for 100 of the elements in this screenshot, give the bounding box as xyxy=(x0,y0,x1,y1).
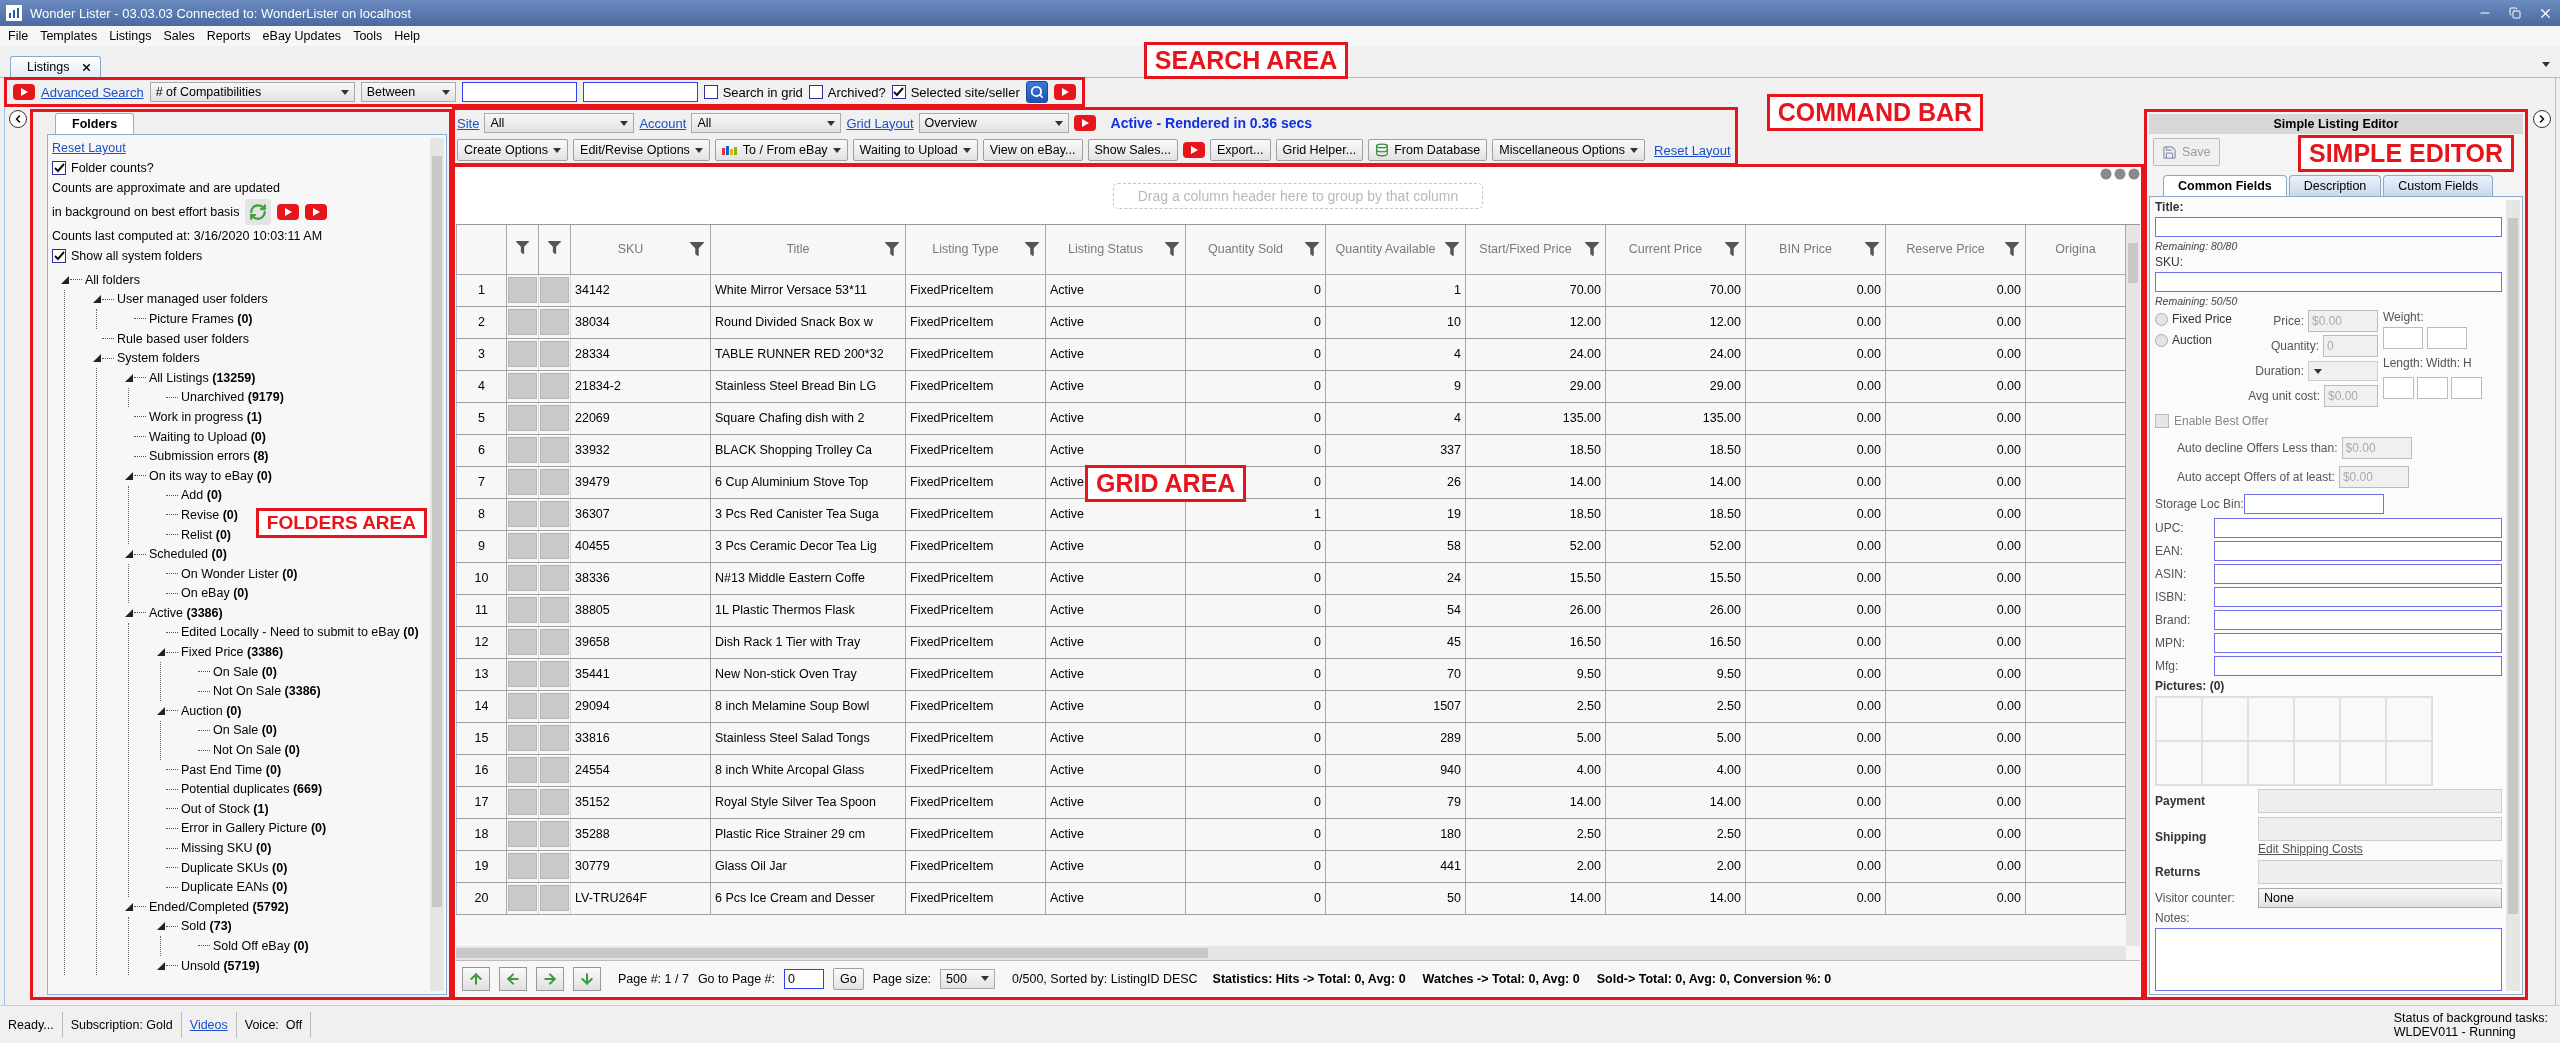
video-icon[interactable] xyxy=(1182,142,1205,158)
input-field[interactable] xyxy=(2383,377,2414,399)
input-field[interactable] xyxy=(2214,564,2502,584)
expanded-icon[interactable] xyxy=(124,471,133,481)
folder-item[interactable]: Duplicate EANs (0) xyxy=(181,880,288,895)
folder-item[interactable]: Error in Gallery Picture (0) xyxy=(181,821,327,836)
menu-button[interactable]: Waiting to Upload xyxy=(852,139,978,161)
filter-link[interactable]: Site xyxy=(457,115,480,131)
filter-icon[interactable] xyxy=(885,242,899,257)
filter-icon[interactable] xyxy=(548,241,561,255)
menu-item[interactable]: Help xyxy=(388,29,427,43)
video-icon[interactable] xyxy=(1073,115,1096,131)
video-icon[interactable] xyxy=(277,204,300,220)
checkbox[interactable] xyxy=(52,161,66,175)
folder-item[interactable]: All folders xyxy=(85,272,140,287)
expanded-icon[interactable] xyxy=(124,608,133,618)
folder-item[interactable]: Submission errors (8) xyxy=(149,449,269,464)
input-field[interactable] xyxy=(2155,272,2502,292)
video-icon[interactable] xyxy=(13,84,35,100)
input-field[interactable] xyxy=(2243,494,2384,514)
restore-button[interactable] xyxy=(2506,4,2524,22)
menu-item[interactable]: Templates xyxy=(34,29,104,43)
folder-item[interactable]: Unsold (5719) xyxy=(181,958,260,973)
scrollbar[interactable] xyxy=(2126,225,2140,946)
folder-item[interactable]: Add (0) xyxy=(181,488,222,503)
folder-item[interactable]: On Sale (0) xyxy=(213,664,277,679)
folder-item[interactable]: Out of Stock (1) xyxy=(181,801,269,816)
menu-item[interactable]: Reports xyxy=(200,29,257,43)
input-field[interactable] xyxy=(2417,377,2448,399)
toolbar-button[interactable]: Grid Helper... xyxy=(1275,139,1364,161)
folder-item[interactable]: Not On Sale (0) xyxy=(213,743,300,758)
folder-item[interactable]: User managed user folders xyxy=(117,292,268,307)
folder-item[interactable]: Active (3386) xyxy=(149,605,223,620)
folder-item[interactable]: Rule based user folders xyxy=(117,331,250,346)
edit-shipping-link[interactable]: Edit Shipping Costs xyxy=(2258,842,2502,856)
folder-item[interactable]: Sold (73) xyxy=(181,919,232,934)
filter-icon[interactable] xyxy=(1025,242,1039,257)
menu-item[interactable]: Listings xyxy=(103,29,158,43)
previous-page-button[interactable] xyxy=(499,966,527,991)
expanded-icon[interactable] xyxy=(156,647,165,657)
folder-item[interactable]: On eBay (0) xyxy=(181,586,249,601)
database-button[interactable]: From Database xyxy=(1368,139,1488,161)
folder-item[interactable]: Past End Time (0) xyxy=(181,762,282,777)
folder-item[interactable]: System folders xyxy=(117,351,200,366)
input-field[interactable] xyxy=(2214,633,2502,653)
tab[interactable]: Common Fields xyxy=(2163,175,2287,196)
tab[interactable]: Custom Fields xyxy=(2383,175,2494,196)
folder-item[interactable]: Fixed Price (3386) xyxy=(181,645,284,660)
input-field[interactable] xyxy=(2214,541,2502,561)
last-page-button[interactable] xyxy=(573,966,601,991)
scrollbar[interactable] xyxy=(456,946,2126,960)
checkbox[interactable] xyxy=(52,249,66,263)
reset-layout-link[interactable]: Reset Layout xyxy=(1654,142,1731,158)
expanded-icon[interactable] xyxy=(92,294,101,304)
folder-item[interactable]: Scheduled (0) xyxy=(149,547,227,562)
page-input[interactable]: 0 xyxy=(784,968,825,989)
expanded-icon[interactable] xyxy=(156,706,165,716)
filter-link[interactable]: Grid Layout xyxy=(846,115,914,131)
folder-item[interactable]: Picture Frames (0) xyxy=(149,312,253,326)
menu-item[interactable]: File xyxy=(2,29,35,43)
filter-icon[interactable] xyxy=(516,241,529,255)
filter-icon[interactable] xyxy=(1165,242,1179,257)
input-field[interactable] xyxy=(2214,610,2502,630)
advanced-search-link[interactable]: Advanced Search xyxy=(41,84,144,100)
input-field[interactable] xyxy=(2214,518,2502,538)
toolbar-button[interactable]: Show Sales... xyxy=(1087,139,1178,161)
toolbar-button[interactable]: View on eBay... xyxy=(982,139,1083,161)
folder-item[interactable]: All Listings (13259) xyxy=(149,370,256,385)
folder-item[interactable]: Relist (0) xyxy=(181,527,232,542)
menu-item[interactable]: eBay Updates xyxy=(256,29,348,43)
input-field[interactable] xyxy=(2155,217,2502,237)
folder-item[interactable]: Edited Locally - Need to submit to eBay (0) xyxy=(181,625,419,640)
input-field[interactable] xyxy=(2451,377,2482,399)
radio-button[interactable] xyxy=(2155,333,2168,347)
tab-list-button[interactable] xyxy=(2542,62,2550,67)
collapse-button[interactable] xyxy=(2533,110,2551,128)
tab[interactable]: Listings xyxy=(10,56,102,77)
dropdown[interactable]: 500 xyxy=(940,968,996,989)
folder-item[interactable]: Unarchived (9179) xyxy=(181,390,284,405)
radio-button[interactable] xyxy=(2155,312,2168,326)
expanded-icon[interactable] xyxy=(60,275,69,285)
videos-link[interactable]: Videos xyxy=(189,1017,228,1032)
checkbox[interactable] xyxy=(808,85,823,99)
input-field[interactable] xyxy=(582,82,698,102)
menu-item[interactable]: Sales xyxy=(157,29,201,43)
expanded-icon[interactable] xyxy=(124,902,133,912)
menu-item[interactable]: Tools xyxy=(347,29,389,43)
collapse-button[interactable] xyxy=(9,110,27,128)
tab[interactable]: Folders xyxy=(55,113,135,134)
input-field[interactable] xyxy=(2214,587,2502,607)
dropdown[interactable]: # of Compatibilities xyxy=(149,82,355,102)
filter-icon[interactable] xyxy=(1445,242,1459,257)
video-icon[interactable] xyxy=(1053,84,1076,100)
filter-icon[interactable] xyxy=(1585,242,1599,257)
expanded-icon[interactable] xyxy=(124,549,133,559)
notes-field[interactable] xyxy=(2155,928,2502,991)
folder-item[interactable]: Revise (0) xyxy=(181,507,238,522)
filter-icon[interactable] xyxy=(1305,242,1319,257)
input-field[interactable] xyxy=(2383,327,2423,349)
expanded-icon[interactable] xyxy=(156,961,165,971)
